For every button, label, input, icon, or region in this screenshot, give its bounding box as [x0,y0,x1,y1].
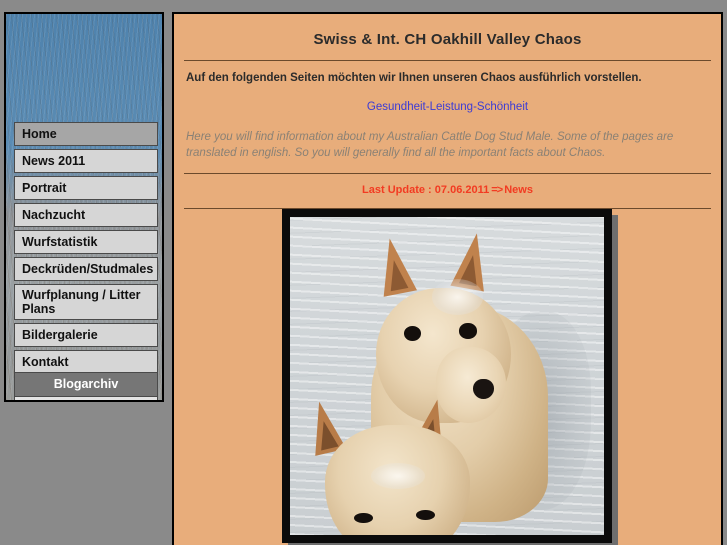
link-gesundheit[interactable]: Gesundheit [367,101,426,113]
sidebar-item-label: Bildergalerie [22,328,98,342]
dog-front-eye-left [354,512,373,523]
category-links-row: Gesundheit-Leistung-Schönheit [174,84,721,113]
sidebar-navigation: Home News 2011 Portrait Nachzucht Wurfst… [14,122,158,400]
sidebar-item-label: Nachzucht [22,208,86,222]
sidebar-item-label: Home [22,127,57,141]
sidebar-item-label: Deckrüden/Studmales [22,262,154,276]
sidebar-item-news-2011[interactable]: News 2011 [14,149,158,173]
main-photo-two-dogs [290,217,604,535]
sidebar-item-label: Wurfstatistik [22,235,98,249]
blogarchiv-underbar [14,397,158,400]
blogarchiv-label: Blogarchiv [53,377,119,391]
dog-front [296,395,503,535]
sidebar-item-wurfstatistik[interactable]: Wurfstatistik [14,230,158,254]
sidebar-item-deckrueden-studmales[interactable]: Deckrüden/Studmales [14,257,158,281]
sidebar-item-label: News 2011 [22,154,86,168]
sidebar-item-kontakt[interactable]: Kontakt [14,350,158,374]
sidebar-item-portrait[interactable]: Portrait [14,176,158,200]
sidebar-item-nachzucht[interactable]: Nachzucht [14,203,158,227]
sidebar-item-bildergalerie[interactable]: Bildergalerie [14,323,158,347]
last-update-news-link[interactable]: News [504,184,533,196]
link-schoenheit[interactable]: Schönheit [477,101,528,113]
intro-paragraph-english: Here you will find information about my … [186,131,674,159]
dog-rear-forehead-patch [431,279,483,315]
dog-front-forehead-patch [370,462,425,490]
intro-paragraph-german: Auf den folgenden Seiten möchten wir Ihn… [186,72,642,84]
photo-frame [282,209,612,543]
dog-front-eye-right [416,509,436,520]
dog-rear-ear-left [373,235,418,298]
last-update-arrow: => [489,184,505,196]
main-photo-container [282,209,618,545]
sidebar-item-home[interactable]: Home [14,122,158,146]
page-root: Home News 2011 Portrait Nachzucht Wurfst… [0,0,727,545]
link-leistung[interactable]: Leistung [430,101,473,113]
blogarchiv-section: Blogarchiv [14,372,158,400]
sidebar-item-label: Wurfplanung / Litter Plans [22,288,141,316]
last-update-line: Last Update : 07.06.2011 => News [174,174,721,196]
blogarchiv-button[interactable]: Blogarchiv [14,372,158,397]
sidebar: Home News 2011 Portrait Nachzucht Wurfst… [4,12,164,402]
page-title: Swiss & Int. CH Oakhill Valley Chaos [313,31,582,48]
main-content: Swiss & Int. CH Oakhill Valley Chaos Auf… [172,12,723,545]
sidebar-item-label: Kontakt [22,355,69,369]
sidebar-item-wurfplanung-litter-plans[interactable]: Wurfplanung / Litter Plans [14,284,158,320]
sidebar-item-label: Portrait [22,181,67,195]
last-update-prefix: Last Update : [362,184,435,196]
dog-rear-eye-right [459,323,477,339]
last-update-date: 07.06.2011 [434,184,490,196]
